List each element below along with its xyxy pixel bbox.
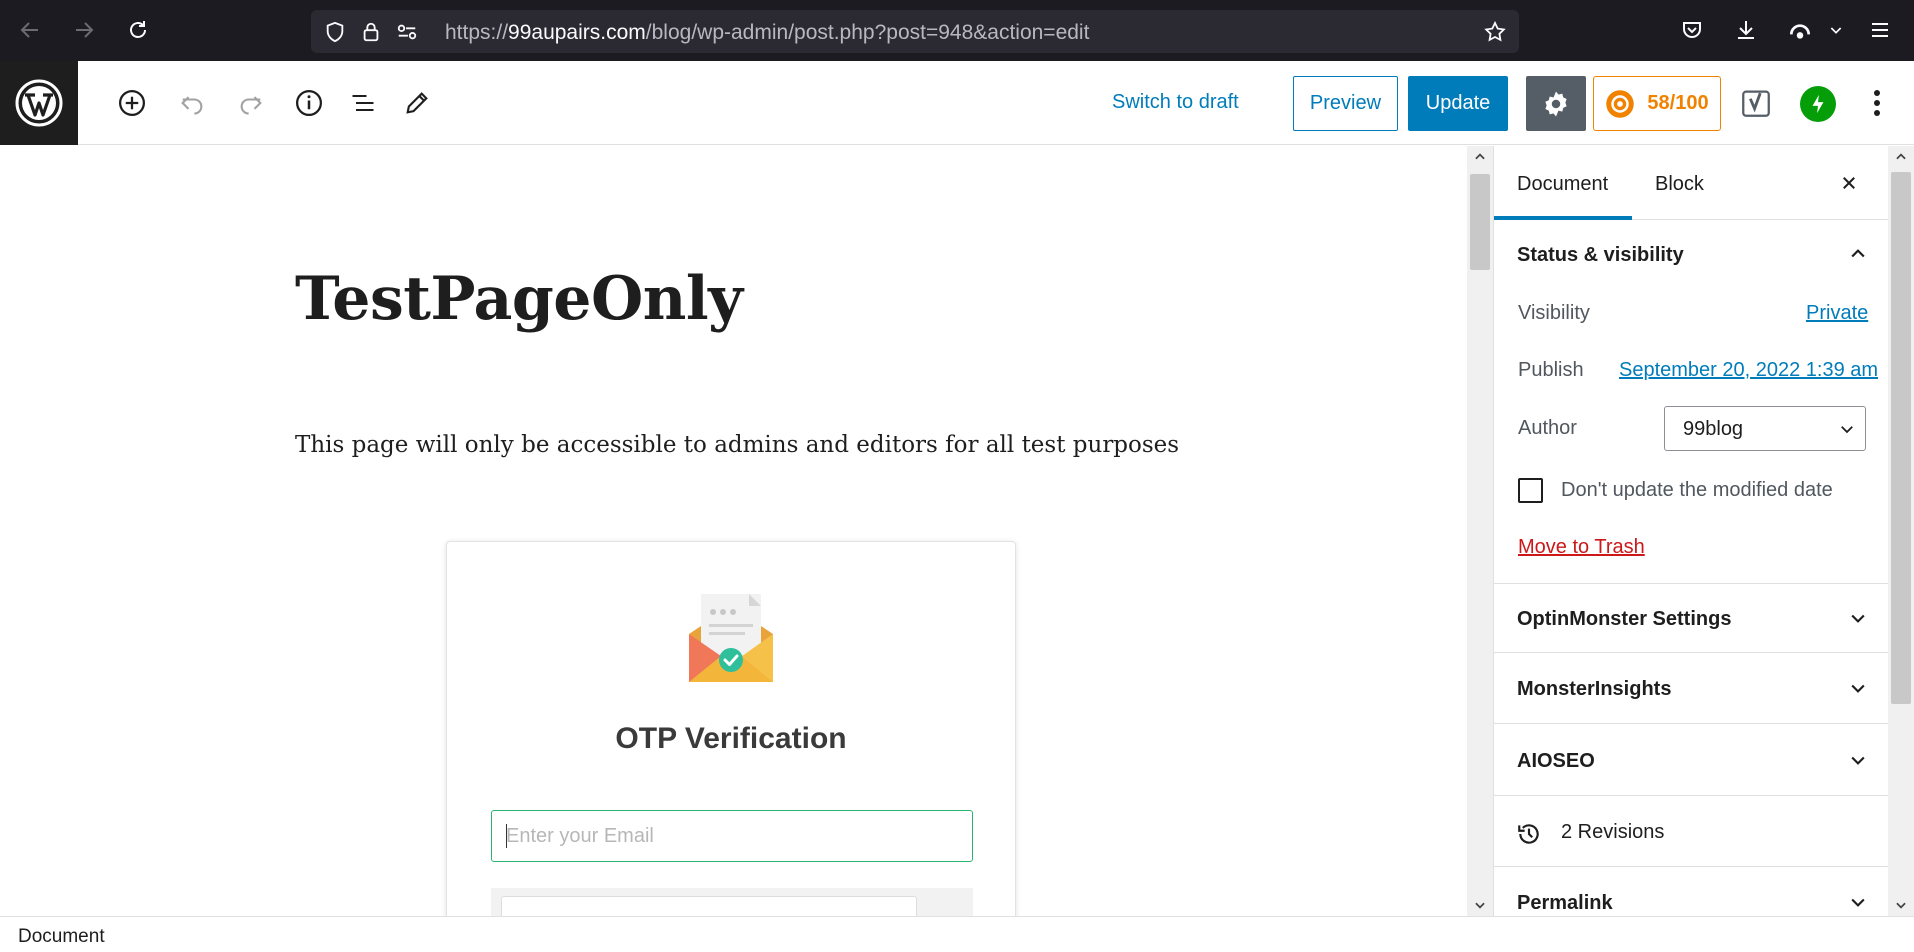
update-button[interactable]: Update xyxy=(1408,76,1508,131)
pocket-icon[interactable] xyxy=(1677,15,1707,45)
panel-title: AIOSEO xyxy=(1517,750,1595,772)
url-path: /blog/wp-admin/post.php?post=948&action=… xyxy=(645,21,1090,44)
chevron-down-icon[interactable] xyxy=(1821,15,1851,45)
breadcrumb[interactable]: Document xyxy=(18,926,105,948)
back-icon[interactable] xyxy=(14,14,46,46)
scrollbar-thumb[interactable] xyxy=(1891,172,1911,704)
settings-sidebar: Document Block Status & visibility Visib… xyxy=(1493,146,1888,916)
url-host: 99aupairs.com xyxy=(508,21,646,44)
download-icon[interactable] xyxy=(1731,15,1761,45)
text-caret xyxy=(506,824,507,848)
email-verified-icon xyxy=(689,594,773,682)
publish-date-link[interactable]: September 20, 2022 1:39 am xyxy=(1619,359,1878,382)
visibility-label: Visibility xyxy=(1518,302,1590,324)
lock-icon[interactable] xyxy=(359,20,383,44)
scroll-up-arrow-icon[interactable] xyxy=(1894,150,1908,164)
url-prefix: https:// xyxy=(445,21,509,44)
tab-document[interactable]: Document xyxy=(1517,173,1608,196)
scroll-down-arrow-icon[interactable] xyxy=(1473,898,1487,912)
otp-next-field-wrapper xyxy=(491,888,973,916)
url-text[interactable]: https://99aupairs.com/blog/wp-admin/post… xyxy=(445,21,1089,45)
move-to-trash-link[interactable]: Move to Trash xyxy=(1518,536,1645,559)
publish-label: Publish xyxy=(1518,359,1584,381)
add-block-icon[interactable] xyxy=(112,83,152,123)
optinmonster-panel-header[interactable]: OptinMonster Settings xyxy=(1494,583,1888,653)
editor-footer: Document xyxy=(0,916,1914,952)
scroll-down-arrow-icon[interactable] xyxy=(1894,898,1908,912)
dont-update-modified-label[interactable]: Don't update the modified date xyxy=(1561,479,1833,502)
info-icon[interactable] xyxy=(289,83,329,123)
bookmark-star-icon[interactable] xyxy=(1483,20,1507,44)
permalink-panel-header[interactable]: Permalink xyxy=(1494,868,1888,916)
forward-icon[interactable] xyxy=(68,14,100,46)
panel-title: Permalink xyxy=(1517,892,1613,914)
scroll-up-arrow-icon[interactable] xyxy=(1473,150,1487,164)
chevron-down-icon xyxy=(1835,417,1859,441)
sidebar-scrollbar[interactable] xyxy=(1888,146,1914,916)
chevron-down-icon[interactable] xyxy=(1846,890,1870,914)
menu-icon[interactable] xyxy=(1865,15,1895,45)
email-input[interactable] xyxy=(491,810,973,862)
more-options-icon[interactable] xyxy=(1862,83,1892,123)
chevron-up-icon[interactable] xyxy=(1846,242,1870,266)
revisions-label: 2 Revisions xyxy=(1561,821,1665,843)
panel-title: Status & visibility xyxy=(1517,244,1684,266)
sidebar-tabs: Document Block xyxy=(1494,146,1888,220)
undo-icon[interactable] xyxy=(172,83,212,123)
panel-title: OptinMonster Settings xyxy=(1517,608,1732,630)
monsterinsights-panel-header[interactable]: MonsterInsights xyxy=(1494,654,1888,724)
redo-icon[interactable] xyxy=(231,83,271,123)
aioseo-panel-header[interactable]: AIOSEO xyxy=(1494,726,1888,796)
edit-pencil-icon[interactable] xyxy=(397,83,437,123)
list-view-icon[interactable] xyxy=(343,83,383,123)
author-label: Author xyxy=(1518,417,1577,439)
close-icon[interactable] xyxy=(1834,168,1864,198)
chevron-down-icon[interactable] xyxy=(1846,748,1870,772)
jetpack-icon[interactable] xyxy=(1800,86,1836,122)
revisions-history-icon xyxy=(1518,824,1539,844)
post-title[interactable]: TestPageOnly xyxy=(295,264,743,334)
aioseo-icon xyxy=(1606,89,1635,118)
shield-icon[interactable] xyxy=(323,20,347,44)
preview-button[interactable]: Preview xyxy=(1293,76,1398,131)
permissions-icon[interactable] xyxy=(395,20,419,44)
seo-score-value: 58/100 xyxy=(1647,92,1709,114)
paragraph-block[interactable]: This page will only be accessible to adm… xyxy=(295,432,1179,458)
extension-icon[interactable] xyxy=(1785,15,1815,45)
browser-toolbar: https://99aupairs.com/blog/wp-admin/post… xyxy=(0,0,1914,61)
author-select[interactable]: 99blog xyxy=(1664,406,1866,451)
editor-scrollbar[interactable] xyxy=(1467,146,1493,916)
wordpress-logo-icon[interactable] xyxy=(0,61,78,145)
editor-header: Switch to draft Preview Update 58/100 xyxy=(0,61,1914,145)
chevron-down-icon[interactable] xyxy=(1846,676,1870,700)
otp-next-field[interactable] xyxy=(501,896,917,916)
address-bar[interactable]: https://99aupairs.com/blog/wp-admin/post… xyxy=(311,10,1519,53)
yoast-icon[interactable] xyxy=(1736,83,1776,123)
aioseo-score-button[interactable]: 58/100 xyxy=(1593,76,1721,131)
panel-title: MonsterInsights xyxy=(1517,678,1672,700)
switch-to-draft-button[interactable]: Switch to draft xyxy=(1112,91,1239,114)
otp-title: OTP Verification xyxy=(615,722,847,755)
editor-canvas: TestPageOnly This page will only be acce… xyxy=(0,146,1467,916)
author-select-value: 99blog xyxy=(1683,418,1744,440)
otp-verification-block[interactable]: OTP Verification xyxy=(446,541,1016,916)
settings-gear-icon[interactable] xyxy=(1526,76,1586,131)
revisions-panel[interactable]: 2 Revisions xyxy=(1494,797,1888,867)
chevron-down-icon[interactable] xyxy=(1846,606,1870,630)
tab-block[interactable]: Block xyxy=(1655,173,1704,196)
visibility-value-link[interactable]: Private xyxy=(1806,302,1868,325)
dont-update-modified-checkbox[interactable] xyxy=(1518,478,1543,503)
status-visibility-header[interactable]: Status & visibility xyxy=(1494,220,1888,290)
reload-icon[interactable] xyxy=(122,14,154,46)
scrollbar-thumb[interactable] xyxy=(1470,174,1490,270)
